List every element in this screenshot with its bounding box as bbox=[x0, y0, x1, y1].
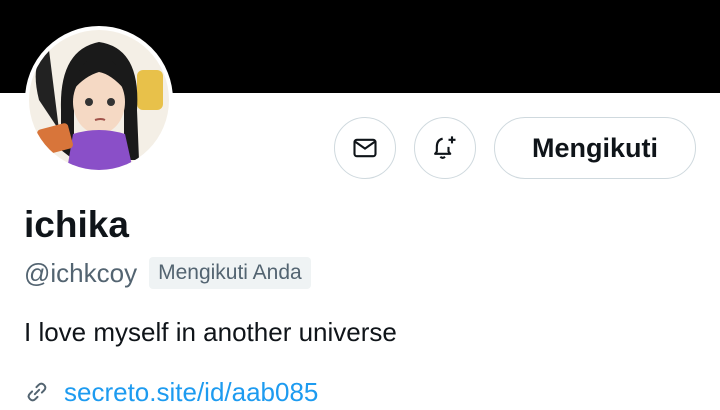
following-button[interactable]: Mengikuti bbox=[494, 117, 696, 179]
profile-avatar[interactable] bbox=[25, 26, 173, 174]
bell-plus-icon bbox=[434, 136, 456, 159]
envelope-icon bbox=[353, 138, 377, 158]
handle-row: @ichkcoy Mengikuti Anda bbox=[24, 256, 311, 290]
message-button[interactable] bbox=[334, 117, 396, 179]
follows-you-badge: Mengikuti Anda bbox=[149, 257, 311, 289]
profile-bio: I love myself in another universe bbox=[24, 317, 397, 347]
notify-button[interactable] bbox=[414, 117, 476, 179]
display-name: ichika bbox=[24, 204, 129, 245]
profile-handle: @ichkcoy bbox=[24, 257, 138, 288]
avatar-illustration bbox=[29, 30, 169, 170]
link-icon bbox=[24, 378, 52, 406]
website-link[interactable]: secreto.site/id/aab085 bbox=[64, 377, 318, 408]
